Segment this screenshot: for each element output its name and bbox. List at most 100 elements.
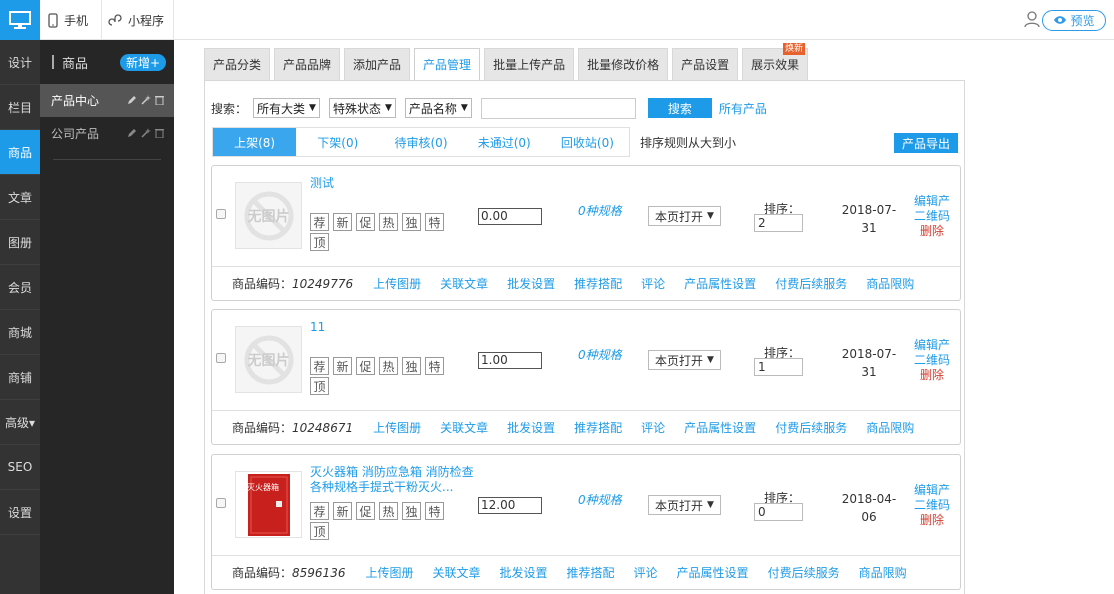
flag-toggle[interactable]: 促 [356, 213, 375, 231]
footer-link[interactable]: 产品属性设置 [684, 419, 756, 436]
sub-item-company-products[interactable]: 公司产品 [40, 117, 174, 150]
flag-toggle[interactable]: 特 [425, 502, 444, 520]
tab-add-product[interactable]: 添加产品 [344, 48, 411, 80]
edit-icon[interactable] [127, 127, 137, 141]
footer-link[interactable]: 上传图册 [373, 275, 421, 292]
flag-toggle[interactable]: 顶 [310, 377, 329, 395]
qrcode-link[interactable]: 二维码 [912, 498, 952, 513]
flag-toggle[interactable]: 荐 [310, 357, 329, 375]
flag-toggle[interactable]: 荐 [310, 502, 329, 520]
price-input[interactable]: 12.00 [478, 497, 542, 514]
field-select[interactable]: 产品名称 ▼ [404, 98, 472, 118]
edit-icon[interactable] [127, 94, 137, 108]
tab-phone[interactable]: 手机 [40, 0, 102, 40]
user-icon[interactable] [1024, 11, 1040, 31]
flag-toggle[interactable]: 独 [402, 357, 421, 375]
footer-link[interactable]: 评论 [641, 275, 665, 292]
export-button[interactable]: 产品导出 [894, 133, 958, 153]
nav-seo[interactable]: SEO [0, 445, 40, 490]
footer-link[interactable]: 商品限购 [866, 419, 914, 436]
footer-link[interactable]: 批发设置 [507, 275, 555, 292]
tab-product-settings[interactable]: 产品设置 [672, 48, 739, 80]
product-thumbnail[interactable]: 无图片 [235, 326, 302, 393]
status-tab-on-shelf[interactable]: 上架(8) [213, 128, 297, 156]
flag-toggle[interactable]: 促 [356, 502, 375, 520]
nav-shops[interactable]: 商铺 [0, 355, 40, 400]
nav-settings[interactable]: 设置 [0, 490, 40, 535]
desktop-icon[interactable] [0, 0, 40, 40]
qrcode-link[interactable]: 二维码 [912, 209, 952, 224]
flag-toggle[interactable]: 独 [402, 213, 421, 231]
preview-button[interactable]: 预览 [1042, 10, 1106, 31]
qrcode-link[interactable]: 二维码 [912, 353, 952, 368]
trash-icon[interactable] [155, 94, 164, 108]
open-mode-select[interactable]: 本页打开 ▼ [648, 206, 721, 226]
footer-link[interactable]: 批发设置 [507, 419, 555, 436]
footer-link[interactable]: 上传图册 [365, 564, 413, 581]
footer-link[interactable]: 付费后续服务 [768, 564, 840, 581]
footer-link[interactable]: 批发设置 [500, 564, 548, 581]
footer-link[interactable]: 推荐搭配 [567, 564, 615, 581]
delete-link[interactable]: 删除 [912, 368, 952, 383]
price-input[interactable]: 1.00 [478, 352, 542, 369]
new-button[interactable]: 新增+ [120, 54, 166, 71]
tab-mini-program[interactable]: 小程序 [102, 0, 174, 40]
magic-icon[interactable] [141, 94, 151, 108]
select-checkbox[interactable] [216, 498, 226, 508]
edit-product-link[interactable]: 编辑产 [912, 338, 952, 353]
footer-link[interactable]: 付费后续服务 [775, 275, 847, 292]
footer-link[interactable]: 评论 [634, 564, 658, 581]
delete-link[interactable]: 删除 [912, 224, 952, 239]
footer-link[interactable]: 推荐搭配 [574, 275, 622, 292]
nav-mall[interactable]: 商城 [0, 310, 40, 355]
tab-batch-price[interactable]: 批量修改价格 [578, 48, 669, 80]
nav-columns[interactable]: 栏目 [0, 85, 40, 130]
all-products-link[interactable]: 所有产品 [719, 100, 767, 117]
nav-articles[interactable]: 文章 [0, 175, 40, 220]
sort-input[interactable]: 0 [754, 503, 803, 521]
flag-toggle[interactable]: 顶 [310, 522, 329, 540]
flag-toggle[interactable]: 荐 [310, 213, 329, 231]
open-mode-select[interactable]: 本页打开 ▼ [648, 350, 721, 370]
search-button[interactable]: 搜索 [647, 98, 712, 118]
flag-toggle[interactable]: 新 [333, 357, 352, 375]
flag-toggle[interactable]: 新 [333, 213, 352, 231]
footer-link[interactable]: 关联文章 [440, 419, 488, 436]
sub-item-product-center[interactable]: 产品中心 [40, 84, 174, 117]
footer-link[interactable]: 评论 [641, 419, 665, 436]
status-tab-recycle[interactable]: 回收站(0) [546, 128, 629, 156]
nav-products[interactable]: 商品 [0, 130, 40, 175]
nav-albums[interactable]: 图册 [0, 220, 40, 265]
tab-product-brand[interactable]: 产品品牌 [274, 48, 341, 80]
flag-toggle[interactable]: 顶 [310, 233, 329, 251]
magic-icon[interactable] [141, 127, 151, 141]
nav-advanced[interactable]: 高级▾ [0, 400, 40, 445]
trash-icon[interactable] [155, 127, 164, 141]
tab-batch-upload[interactable]: 批量上传产品 [484, 48, 575, 80]
footer-link[interactable]: 关联文章 [440, 275, 488, 292]
spec-link[interactable]: 0种规格 [578, 492, 628, 508]
delete-link[interactable]: 删除 [912, 513, 952, 528]
nav-design[interactable]: 设计 [0, 40, 40, 85]
status-tab-pending[interactable]: 待审核(0) [379, 128, 462, 156]
spec-link[interactable]: 0种规格 [578, 203, 628, 219]
status-tab-rejected[interactable]: 未通过(0) [463, 128, 546, 156]
footer-link[interactable]: 产品属性设置 [684, 275, 756, 292]
footer-link[interactable]: 商品限购 [859, 564, 907, 581]
footer-link[interactable]: 上传图册 [373, 419, 421, 436]
flag-toggle[interactable]: 特 [425, 213, 444, 231]
tab-product-category[interactable]: 产品分类 [204, 48, 271, 80]
flag-toggle[interactable]: 独 [402, 502, 421, 520]
category-select[interactable]: 所有大类 ▼ [253, 98, 320, 118]
footer-link[interactable]: 产品属性设置 [677, 564, 749, 581]
open-mode-select[interactable]: 本页打开 ▼ [648, 495, 721, 515]
footer-link[interactable]: 推荐搭配 [574, 419, 622, 436]
flag-toggle[interactable]: 特 [425, 357, 444, 375]
tab-display-effect[interactable]: 展示效果 焕新 [742, 43, 809, 80]
flag-toggle[interactable]: 热 [379, 502, 398, 520]
flag-toggle[interactable]: 热 [379, 213, 398, 231]
search-input[interactable] [480, 97, 636, 119]
nav-members[interactable]: 会员 [0, 265, 40, 310]
select-checkbox[interactable] [216, 209, 226, 219]
flag-toggle[interactable]: 促 [356, 357, 375, 375]
